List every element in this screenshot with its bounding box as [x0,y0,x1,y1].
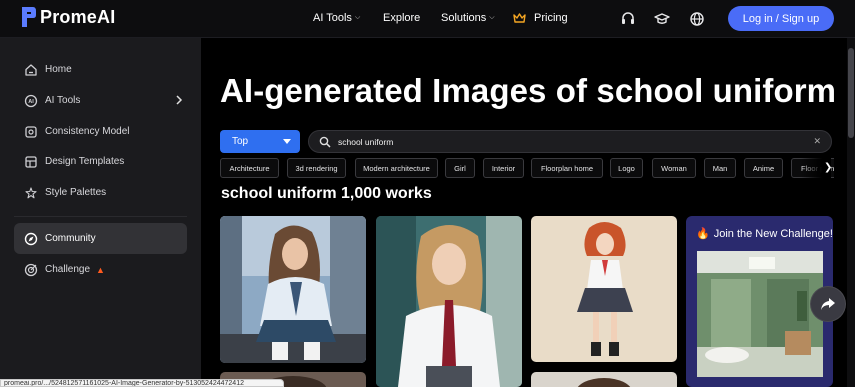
sidebar-divider [14,216,187,217]
logo-mark-icon [22,7,36,27]
chevron-right-icon [176,95,183,105]
nav-solutions[interactable]: Solutions ⌵ [441,12,495,24]
share-icon [821,298,835,310]
chevron-right-icon[interactable]: ❯ [824,162,832,173]
tag-chip[interactable]: Anime [744,158,783,178]
challenge-image [697,251,823,377]
share-button[interactable] [811,287,845,321]
generated-image [531,372,677,387]
compass-icon [24,232,38,245]
top-header: PromeAI AI Tools ⌵ Explore Solutions ⌵ P… [0,0,855,38]
tag-list: Architecture 3d rendering Modern archite… [220,158,834,178]
sidebar-item-label: Community [45,233,96,244]
nav-explore-label: Explore [383,12,421,24]
sidebar: Home AI AI Tools Consistency Model Desig… [0,38,201,387]
challenge-title: Join the New Challenge! [713,227,833,240]
nav-ai-tools[interactable]: AI Tools ⌵ [313,12,360,24]
sidebar-item-home[interactable]: Home [14,54,187,85]
consistency-icon [25,125,37,138]
search-icon [319,136,331,148]
graduation-cap-icon[interactable] [654,11,670,27]
ai-tools-icon: AI [24,94,38,107]
chevron-down-icon: ⌵ [489,14,495,21]
svg-text:AI: AI [28,99,34,105]
target-icon [24,263,38,276]
sidebar-item-label: Style Palettes [45,187,107,198]
sidebar-item-design-templates[interactable]: Design Templates [14,146,187,177]
results-count-title: school uniform 1,000 works [221,185,432,202]
tag-chip[interactable]: Floorplan home [531,158,603,178]
scrollbar-thumb[interactable] [848,48,854,138]
sidebar-item-label: AI Tools [45,95,81,106]
caret-down-icon [283,139,291,144]
generated-image [220,216,366,363]
image-card[interactable] [531,216,677,362]
sidebar-item-label: Design Templates [45,156,125,167]
sidebar-item-ai-tools[interactable]: AI AI Tools [14,85,187,116]
browser-status-url: promeai.pro/.../524812571161025-AI-Image… [0,379,284,387]
search-input[interactable] [338,136,798,147]
sidebar-item-label: Consistency Model [45,126,130,137]
main-content: AI-generated Images of school uniform To… [201,38,855,387]
tag-chip[interactable]: Girl [445,158,475,178]
sidebar-item-challenge[interactable]: Challenge ▲ [14,254,187,285]
page-title: AI-generated Images of school uniform [220,72,837,109]
sidebar-item-style-palettes[interactable]: Style Palettes [14,177,187,208]
image-card[interactable] [531,372,677,387]
tag-chip[interactable]: Man [704,158,736,178]
chevron-down-icon: ⌵ [354,14,361,21]
headset-icon[interactable] [620,11,636,27]
nav-ai-tools-label: AI Tools [313,12,352,24]
page-scrollbar[interactable] [847,38,855,387]
tag-chip[interactable]: Architecture [220,158,279,178]
brand-name: PromeAI [40,6,116,27]
nav-pricing[interactable]: Pricing [513,12,568,24]
flame-icon: ▲ [96,264,105,275]
sidebar-item-label: Challenge [45,264,91,275]
challenge-heading: 🔥 Join the New Challenge! [696,227,833,241]
tag-chip[interactable]: 3d rendering [287,158,346,178]
nav-solutions-label: Solutions [441,12,487,24]
crown-icon [513,13,526,23]
flame-icon: 🔥 [696,228,710,240]
tag-chip[interactable]: Woman [652,158,696,178]
globe-icon[interactable] [689,11,705,27]
templates-icon [25,155,37,168]
generated-image [531,216,677,362]
image-card[interactable] [376,216,522,387]
brand-logo[interactable]: PromeAI [21,6,115,28]
nav-explore[interactable]: Explore [383,12,420,24]
login-signup-button[interactable]: Log in / Sign up [728,6,834,31]
palette-icon [25,186,37,198]
generated-image [376,216,522,387]
sort-dropdown[interactable]: Top [220,130,300,153]
sidebar-item-community[interactable]: Community [14,223,187,254]
nav-pricing-label: Pricing [534,12,568,24]
tag-chip[interactable]: Modern architecture [355,158,438,178]
sort-dropdown-value: Top [232,136,249,147]
sidebar-item-label: Home [45,64,72,75]
clear-icon[interactable]: ✕ [813,136,821,147]
sidebar-item-consistency-model[interactable]: Consistency Model [14,116,187,147]
home-icon [25,63,37,76]
tag-chip[interactable]: Interior [483,158,524,178]
image-card[interactable] [220,216,366,363]
search-bar: ✕ [308,130,832,153]
tag-chip[interactable]: Logo [610,158,643,178]
